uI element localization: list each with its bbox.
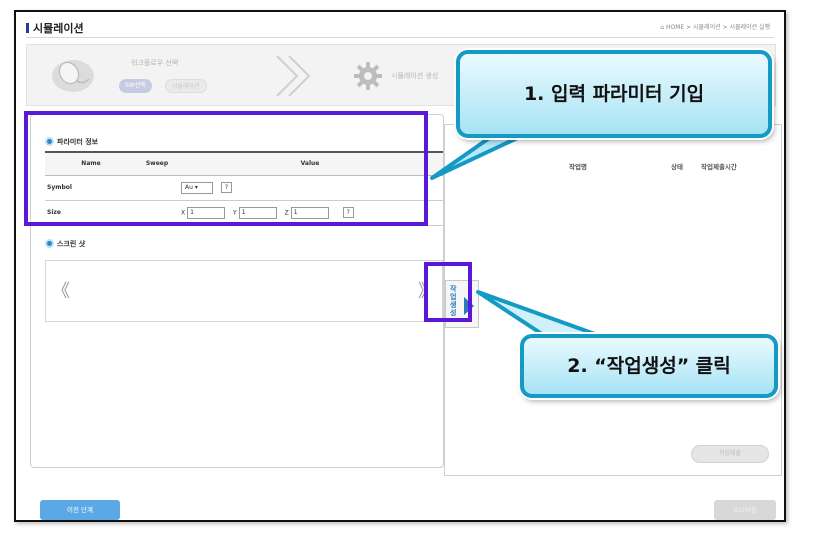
- callout-step2: 2. “작업생성” 클릭: [520, 334, 778, 398]
- callout2-tail: [476, 290, 608, 340]
- callout-step1: 1. 입력 파라미터 기입: [456, 50, 772, 138]
